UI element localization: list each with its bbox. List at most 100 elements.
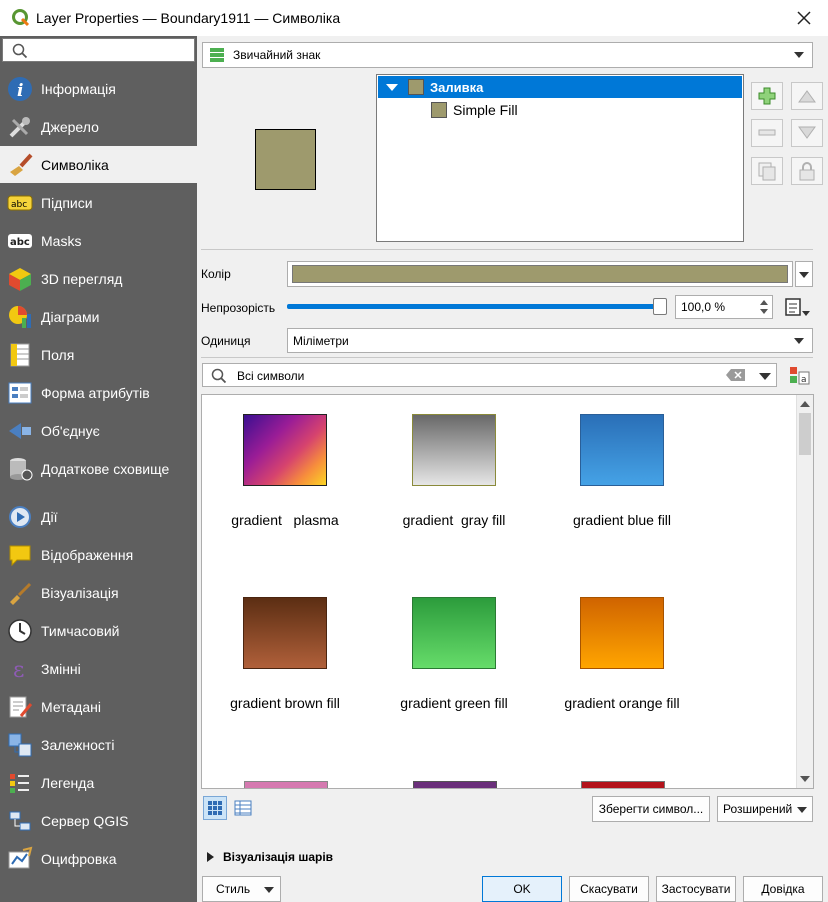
sidebar-item-label: Тимчасовий	[41, 622, 120, 639]
move-down-button[interactable]	[791, 119, 823, 147]
sidebar-item-3d-view[interactable]: 3D перегляд	[0, 260, 197, 297]
chevron-down-icon[interactable]	[758, 371, 772, 381]
advanced-button[interactable]: Розширений	[717, 796, 813, 822]
symbol-tile[interactable]: gradient green fill	[379, 597, 529, 711]
icon-view-button[interactable]	[203, 796, 227, 820]
symbol-tile[interactable]: gradient plasma	[210, 414, 360, 528]
symbol-swatch	[243, 597, 327, 669]
masks-icon: abc	[6, 227, 34, 255]
search-icon	[211, 368, 227, 384]
symbol-tile[interactable]: gradient brown fill	[210, 597, 360, 711]
spin-arrows-icon	[760, 300, 768, 314]
sidebar-item-legend[interactable]: Легенда	[0, 764, 197, 801]
symbol-library-filter[interactable]: Всі символи	[202, 363, 777, 387]
symbol-swatch	[580, 597, 664, 669]
renderer-combo[interactable]: Звичайний знак	[202, 42, 813, 68]
data-defined-override-button[interactable]	[783, 296, 813, 318]
sidebar-search-input[interactable]	[2, 38, 195, 62]
remove-layer-button[interactable]	[751, 119, 783, 147]
style-label: Стиль	[216, 882, 251, 896]
sidebar-item-metadata[interactable]: Метадані	[0, 688, 197, 725]
divider	[201, 249, 813, 250]
fields-icon	[6, 341, 34, 369]
add-layer-button[interactable]	[751, 82, 783, 110]
opacity-slider-track[interactable]	[287, 304, 661, 309]
metadata-icon	[6, 693, 34, 721]
sidebar-item-attributes-form[interactable]: Форма атрибутів	[0, 374, 197, 411]
labels-icon: abc	[6, 189, 34, 217]
sidebar-item-label: Діаграми	[41, 308, 100, 325]
sidebar-item-actions[interactable]: Дії	[0, 498, 197, 535]
apply-button[interactable]: Застосувати	[656, 876, 736, 902]
color-button[interactable]	[287, 261, 793, 287]
cancel-button[interactable]: Скасувати	[569, 876, 649, 902]
display-icon	[6, 541, 34, 569]
sidebar-item-auxiliary-storage[interactable]: Додаткове сховище	[0, 450, 197, 487]
dependencies-icon	[6, 731, 34, 759]
symbol-swatch	[412, 414, 496, 486]
color-fill-preview	[292, 265, 788, 283]
scroll-down-icon[interactable]	[797, 772, 813, 786]
joins-icon	[6, 417, 34, 445]
chevron-down-icon	[794, 337, 804, 344]
style-manager-button[interactable]: a	[787, 364, 811, 386]
symbol-tile[interactable]: gradient orange fill	[547, 597, 697, 711]
symbol-swatch-partial[interactable]	[244, 781, 328, 788]
chevron-down-icon	[799, 272, 809, 278]
list-view-button[interactable]	[231, 796, 255, 820]
sidebar-item-masks[interactable]: abc Masks	[0, 222, 197, 259]
symbol-preview	[255, 129, 316, 190]
symbol-name: gradient brown fill	[230, 695, 340, 711]
symbol-name: gradient gray fill	[402, 512, 506, 528]
unit-combo[interactable]: Міліметри	[287, 328, 813, 353]
sidebar-item-label: Змінні	[41, 660, 81, 677]
scrollbar-thumb[interactable]	[799, 413, 811, 455]
sidebar-item-joins[interactable]: Об'єднує	[0, 412, 197, 449]
sidebar-item-rendering[interactable]: Візуалізація	[0, 574, 197, 611]
lock-layer-button[interactable]	[791, 157, 823, 185]
scroll-up-icon[interactable]	[797, 397, 813, 411]
sidebar-item-fields[interactable]: Поля	[0, 336, 197, 373]
sidebar-item-display[interactable]: Відображення	[0, 536, 197, 573]
move-up-button[interactable]	[791, 82, 823, 110]
style-menu-button[interactable]: Стиль	[202, 876, 281, 902]
sidebar-item-variables[interactable]: ε Змінні	[0, 650, 197, 687]
chevron-down-icon	[797, 807, 807, 813]
sidebar-item-temporal[interactable]: Тимчасовий	[0, 612, 197, 649]
svg-text:abc: abc	[10, 237, 30, 248]
color-menu-button[interactable]	[795, 261, 813, 287]
opacity-slider-handle[interactable]	[653, 298, 667, 315]
plus-icon	[758, 87, 776, 105]
sidebar-item-label: Сервер QGIS	[41, 812, 129, 829]
save-symbol-button[interactable]: Зберегти символ...	[592, 796, 710, 822]
opacity-spinbox[interactable]: 100,0 %	[675, 295, 773, 319]
tree-root-label: Заливка	[430, 79, 484, 95]
sidebar-item-label: Masks	[41, 232, 82, 249]
sidebar-item-digitizing[interactable]: Оцифровка	[0, 840, 197, 877]
ok-button[interactable]: OK	[482, 876, 562, 902]
symbol-tile[interactable]: gradient gray fill	[379, 414, 529, 528]
tree-row-simple-fill[interactable]: Simple Fill	[378, 99, 742, 121]
symbol-swatch-partial[interactable]	[581, 781, 665, 788]
help-button[interactable]: Довідка	[743, 876, 823, 902]
symbol-tile[interactable]: gradient blue fill	[547, 414, 697, 528]
sidebar-item-symbology[interactable]: Символіка	[0, 146, 197, 183]
expand-arrow-icon	[207, 852, 214, 862]
symbol-swatch-partial[interactable]	[413, 781, 497, 788]
sidebar-item-information[interactable]: i Інформація	[0, 70, 197, 107]
layer-rendering-group[interactable]: Візуалізація шарів	[205, 849, 333, 865]
duplicate-layer-button[interactable]	[751, 157, 783, 185]
sidebar-item-source[interactable]: Джерело	[0, 108, 197, 145]
expand-arrow-icon	[386, 84, 398, 91]
tree-row-fill[interactable]: Заливка	[378, 76, 742, 98]
sidebar-item-diagrams[interactable]: Діаграми	[0, 298, 197, 335]
clear-icon[interactable]	[726, 368, 746, 382]
sidebar-item-label: Дії	[41, 508, 58, 525]
sidebar-item-labels[interactable]: abc Підписи	[0, 184, 197, 221]
unit-label: Одиниця	[201, 334, 251, 348]
sidebar-item-qgis-server[interactable]: Сервер QGIS	[0, 802, 197, 839]
tree-child-label: Simple Fill	[453, 102, 518, 118]
sidebar-item-dependencies[interactable]: Залежності	[0, 726, 197, 763]
vertical-scrollbar[interactable]	[796, 395, 813, 788]
close-icon[interactable]	[794, 8, 814, 28]
